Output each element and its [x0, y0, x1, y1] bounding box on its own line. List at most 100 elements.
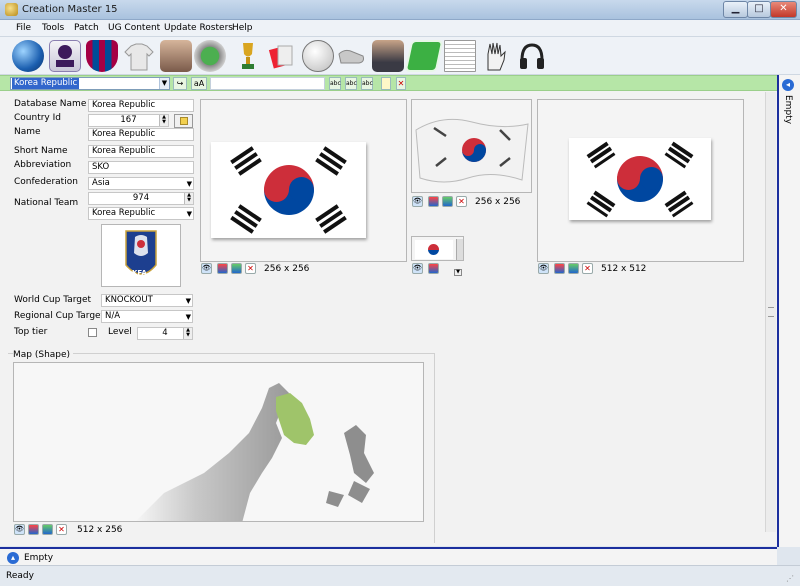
spellcheck-next-icon[interactable]: abc	[345, 77, 357, 90]
map-image-frame[interactable]	[13, 362, 424, 522]
club-crest-icon[interactable]	[86, 40, 118, 72]
import-icon[interactable]	[554, 263, 565, 274]
window-title: Creation Master 15	[22, 4, 118, 15]
close-button[interactable]: ✕	[770, 1, 797, 18]
import-icon[interactable]	[428, 196, 439, 207]
spin-updown-icon[interactable]: ▲ ▼	[183, 328, 192, 339]
chevron-down-icon[interactable]: ▼	[187, 209, 192, 220]
abbreviation-field[interactable]: SKO	[88, 161, 194, 174]
menu-patch[interactable]: Patch	[74, 23, 99, 33]
maximize-button[interactable]: □	[747, 1, 771, 18]
import-icon[interactable]	[28, 524, 39, 535]
right-panel-label: Empty	[783, 95, 793, 125]
flag-512-frame[interactable]	[537, 99, 744, 262]
chevron-down-icon[interactable]: ▼	[186, 312, 191, 323]
minimize-button[interactable]: ▁	[723, 1, 748, 18]
more-options-icon[interactable]: ▼	[454, 269, 462, 276]
goalkeeper-glove-icon[interactable]	[480, 40, 512, 72]
ball-icon[interactable]	[302, 40, 334, 72]
map-label: Map (Shape)	[13, 350, 74, 360]
menu-tools[interactable]: Tools	[42, 23, 64, 33]
database-name-field[interactable]: Korea Republic	[88, 99, 194, 112]
chevron-down-icon[interactable]: ▼	[186, 296, 191, 307]
delete-icon[interactable]: ✕	[396, 77, 406, 90]
small-flag-frame[interactable]	[411, 236, 464, 261]
spellcheck-icon[interactable]: abc	[329, 77, 341, 90]
spin-updown-icon[interactable]: ▲ ▼	[184, 193, 193, 204]
referee-card-icon[interactable]	[266, 40, 298, 72]
view-icon[interactable]: 👁	[412, 196, 423, 207]
panel-arrow-icon[interactable]: ◂	[782, 79, 794, 91]
country-select-value: Korea Republic	[12, 78, 80, 89]
title-bar: Creation Master 15 ▁ □ ✕	[0, 0, 800, 20]
delete-icon[interactable]: ✕	[456, 196, 467, 207]
trophy-icon[interactable]	[232, 40, 264, 72]
export-icon[interactable]	[231, 263, 242, 274]
export-icon[interactable]	[442, 196, 453, 207]
flag-size-label: 256 x 256	[264, 264, 310, 274]
crest-text: KFA	[132, 269, 147, 277]
menu-ug-content[interactable]: UG Content	[108, 23, 160, 33]
status-text: Ready	[6, 571, 34, 581]
delete-icon[interactable]: ✕	[582, 263, 593, 274]
name-label: Name	[14, 127, 41, 137]
spin-updown-icon[interactable]: ▲ ▼	[159, 115, 168, 126]
right-dock-panel[interactable]: ◂ Empty	[777, 75, 800, 547]
world-cup-target-select[interactable]: KNOCKOUT ▼	[101, 294, 193, 307]
import-icon[interactable]	[428, 263, 439, 274]
scroll-grip[interactable]	[768, 307, 774, 317]
country-id-edit-button[interactable]	[174, 114, 193, 128]
crest-image[interactable]: KFA	[101, 224, 181, 287]
premier-league-icon[interactable]	[49, 40, 81, 72]
delete-icon[interactable]: ✕	[245, 263, 256, 274]
match-case-button[interactable]: aA	[191, 77, 207, 90]
pitch-icon[interactable]	[404, 40, 444, 72]
short-name-field[interactable]: Korea Republic	[88, 145, 194, 158]
export-icon[interactable]	[568, 263, 579, 274]
search-go-button[interactable]: ↪	[173, 77, 187, 90]
export-icon[interactable]	[42, 524, 53, 535]
flag-image-frame[interactable]	[200, 99, 407, 262]
spellcheck-all-icon[interactable]: abc	[361, 77, 373, 90]
new-doc-icon[interactable]	[381, 77, 391, 90]
menu-update-rosters[interactable]: Update Rosters	[164, 23, 233, 33]
boot-icon[interactable]	[335, 40, 367, 72]
view-icon[interactable]: 👁	[14, 524, 25, 535]
view-icon[interactable]: 👁	[201, 263, 212, 274]
chevron-down-icon[interactable]: ▼	[159, 78, 169, 89]
name-field[interactable]: Korea Republic	[88, 128, 194, 141]
globe-icon[interactable]	[12, 40, 44, 72]
country-id-stepper[interactable]: 167 ▲ ▼	[88, 114, 169, 127]
vertical-scrollbar[interactable]	[765, 92, 776, 532]
newspaper-icon[interactable]	[444, 40, 476, 72]
resize-grip-icon[interactable]: ⋰	[786, 574, 794, 583]
level-stepper[interactable]: 4 ▲ ▼	[137, 327, 193, 340]
kit-icon[interactable]	[123, 40, 155, 72]
national-team-select[interactable]: Korea Republic ▼	[88, 207, 194, 220]
delete-icon[interactable]: ✕	[56, 524, 67, 535]
manager-icon[interactable]	[372, 40, 404, 72]
flag-512-size-label: 512 x 512	[601, 264, 647, 274]
view-icon[interactable]: 👁	[538, 263, 549, 274]
top-tier-label: Top tier	[14, 327, 48, 337]
top-tier-checkbox[interactable]	[88, 328, 97, 337]
waving-flag-frame[interactable]	[411, 99, 532, 193]
view-icon[interactable]: 👁	[412, 263, 423, 274]
flag-image	[211, 142, 366, 238]
menu-help[interactable]: Help	[232, 23, 253, 33]
confederation-select[interactable]: Asia ▼	[88, 177, 194, 190]
headphones-icon[interactable]	[516, 40, 548, 72]
search-input[interactable]	[210, 77, 325, 90]
country-select[interactable]: Korea Republic ▼	[10, 77, 170, 90]
menu-file[interactable]: File	[16, 23, 31, 33]
bottom-dock-panel[interactable]: ▴ Empty	[0, 547, 777, 565]
waving-flag-image	[415, 118, 529, 183]
national-team-id-stepper[interactable]: 974 ▲ ▼	[88, 192, 194, 205]
stadium-icon[interactable]	[194, 40, 226, 72]
panel-arrow-icon[interactable]: ▴	[7, 552, 19, 564]
player-icon[interactable]	[160, 40, 192, 72]
small-flag-image	[415, 240, 453, 259]
regional-cup-target-select[interactable]: N/A ▼	[101, 310, 193, 323]
chevron-down-icon[interactable]: ▼	[187, 179, 192, 190]
import-icon[interactable]	[217, 263, 228, 274]
